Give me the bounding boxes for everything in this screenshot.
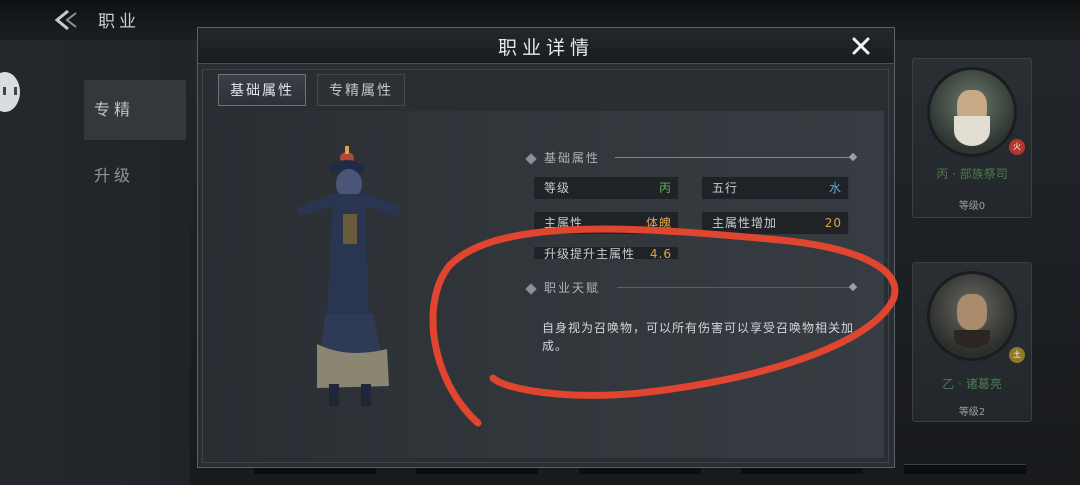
red-annotation-stroke [429,225,899,427]
game-screen: 职业 专精 升级 火 丙 · 部族祭司 等级0 土 乙 · 诸葛亮 等级2 职业… [0,0,1080,485]
